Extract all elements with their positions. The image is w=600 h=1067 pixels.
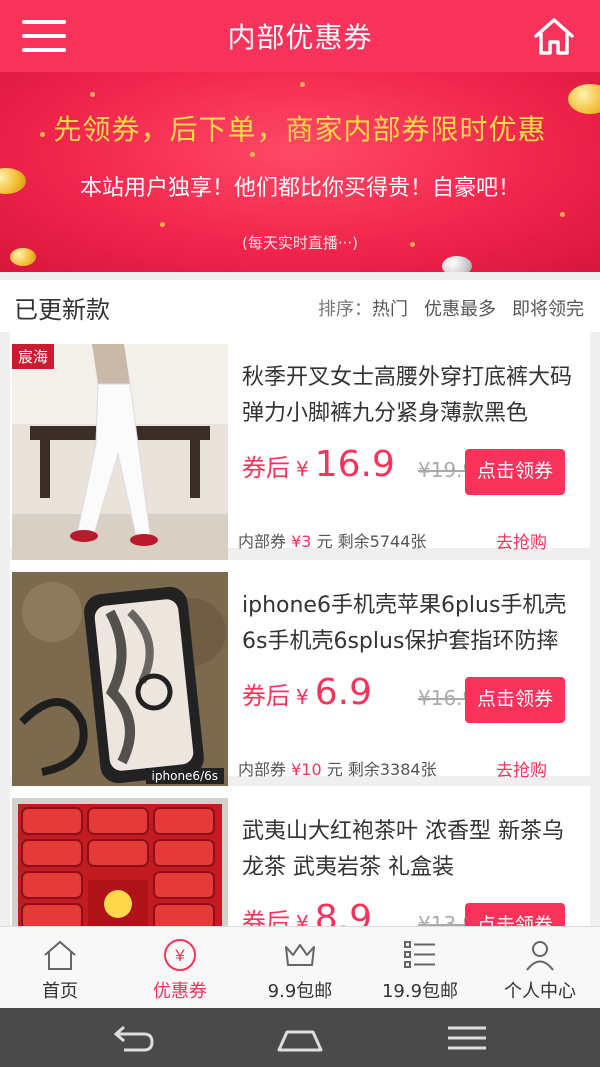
- go-buy-link[interactable]: 去抢购: [496, 528, 547, 553]
- sort-ending-soon[interactable]: 即将领完: [512, 295, 584, 321]
- tab-label: 9.9包邮: [267, 981, 333, 1002]
- tab-label: 优惠券: [153, 981, 207, 1002]
- section-header: 已更新款 排序：热门 优惠最多 即将领完: [0, 280, 600, 332]
- top-bar: 内部优惠券: [0, 0, 600, 72]
- banner-subline: 本站用户独享！他们都比你买得贵！自豪吧！: [79, 176, 520, 201]
- banner-headline: 先领券，后下单，商家内部券限时优惠: [53, 113, 547, 146]
- crown-icon: [285, 944, 315, 966]
- coupon-info: 内部券 ¥3 元 剩余5744张: [238, 528, 426, 552]
- claim-coupon-button[interactable]: 点击领券: [465, 449, 565, 495]
- tab-19-9-free-shipping[interactable]: 19.9包邮: [360, 927, 480, 1008]
- brand-badge: 宸海: [12, 344, 55, 369]
- tab-9-9-free-shipping[interactable]: 9.9包邮: [240, 927, 360, 1008]
- coupon-icon: ¥: [164, 939, 196, 971]
- tab-label: 首页: [42, 981, 78, 1002]
- after-coupon-price: 券后 ¥ 6.9: [242, 672, 372, 713]
- menu-button[interactable]: [22, 18, 66, 54]
- tab-home[interactable]: 首页: [0, 927, 120, 1008]
- sort-most-discount[interactable]: 优惠最多: [424, 295, 496, 321]
- sort-hot[interactable]: 热门: [372, 299, 408, 320]
- image-caption: iphone6/6s: [145, 768, 224, 784]
- coin-decoration: [442, 256, 472, 272]
- product-name[interactable]: 武夷山大红袍茶叶 浓香型 新茶乌龙茶 武夷岩茶 礼盒装: [242, 814, 578, 886]
- currency-symbol: ¥: [296, 457, 309, 481]
- recent-apps-icon[interactable]: [442, 1020, 492, 1056]
- home-icon: [44, 940, 76, 970]
- go-buy-link[interactable]: 去抢购: [496, 756, 547, 781]
- product-card[interactable]: 宸海 秋季开叉女士高腰外穿打底裤大码弹力小脚裤九分紧身薄款黑色 券后 ¥ 16.…: [10, 332, 590, 560]
- after-coupon-price: 券后 ¥ 8.9: [242, 898, 372, 926]
- page-title: 内部优惠券: [227, 21, 373, 54]
- product-list[interactable]: 宸海 秋季开叉女士高腰外穿打底裤大码弹力小脚裤九分紧身薄款黑色 券后 ¥ 16.…: [0, 332, 600, 926]
- coupon-value: ¥10: [291, 760, 322, 779]
- claim-coupon-button[interactable]: 点击领券: [465, 677, 565, 723]
- price-value: 16.9: [314, 444, 395, 485]
- svg-text:¥: ¥: [174, 946, 185, 965]
- coupon-suffix: 元: [316, 532, 333, 551]
- sort-bar: 排序：热门 优惠最多 即将领完: [318, 295, 584, 321]
- product-name[interactable]: iphone6手机壳苹果6plus手机壳6s手机壳6splus保护套指环防摔: [242, 588, 578, 660]
- section-title: 已更新款: [14, 296, 110, 324]
- coupon-suffix: 元: [326, 760, 343, 779]
- price-value: 8.9: [314, 898, 372, 926]
- banner-note: (每天实时直播···): [241, 234, 358, 252]
- bottom-tab-bar: 首页 ¥ 优惠券 9.9包邮 19.9包邮 个人中心: [0, 926, 600, 1008]
- coupon-info: 内部券 ¥10 元 剩余3384张: [238, 756, 437, 780]
- product-image[interactable]: [12, 798, 228, 926]
- tab-label: 19.9包邮: [381, 981, 459, 1002]
- price-value: 6.9: [314, 672, 372, 713]
- product-card[interactable]: 武夷山大红袍茶叶 浓香型 新茶乌龙茶 武夷岩茶 礼盒装 券后 ¥ 8.9 ¥13…: [10, 786, 590, 926]
- system-navigation-bar: [0, 1008, 600, 1067]
- currency-symbol: ¥: [296, 911, 309, 926]
- coupon-value: ¥3: [291, 532, 312, 551]
- after-coupon-label: 券后: [242, 908, 290, 926]
- sort-label: 排序：: [318, 299, 372, 320]
- claim-coupon-button[interactable]: 点击领券: [465, 903, 565, 926]
- remaining-count: 剩余3384张: [347, 760, 437, 779]
- after-coupon-label: 券后: [242, 454, 290, 482]
- product-image[interactable]: iphone6/6s: [12, 572, 228, 788]
- product-card[interactable]: iphone6/6s iphone6手机壳苹果6plus手机壳6s手机壳6spl…: [10, 560, 590, 788]
- coupon-prefix: 内部券: [238, 532, 287, 551]
- coupon-prefix: 内部券: [238, 760, 287, 779]
- tab-label: 个人中心: [504, 981, 576, 1002]
- user-icon: [526, 941, 554, 971]
- currency-symbol: ¥: [296, 685, 309, 709]
- back-icon[interactable]: [108, 1020, 158, 1056]
- tab-coupons[interactable]: ¥ 优惠券: [120, 927, 240, 1008]
- tab-profile[interactable]: 个人中心: [480, 927, 600, 1008]
- remaining-count: 剩余5744张: [337, 532, 427, 551]
- product-image[interactable]: 宸海: [12, 344, 228, 560]
- promo-banner[interactable]: 先领券，后下单，商家内部券限时优惠 本站用户独享！他们都比你买得贵！自豪吧！ (…: [0, 72, 600, 272]
- home-nav-icon[interactable]: [275, 1020, 325, 1056]
- product-name[interactable]: 秋季开叉女士高腰外穿打底裤大码弹力小脚裤九分紧身薄款黑色: [242, 360, 578, 432]
- home-icon[interactable]: [532, 14, 576, 58]
- after-coupon-price: 券后 ¥ 16.9: [242, 444, 395, 485]
- after-coupon-label: 券后: [242, 682, 290, 710]
- list-icon: [404, 941, 435, 968]
